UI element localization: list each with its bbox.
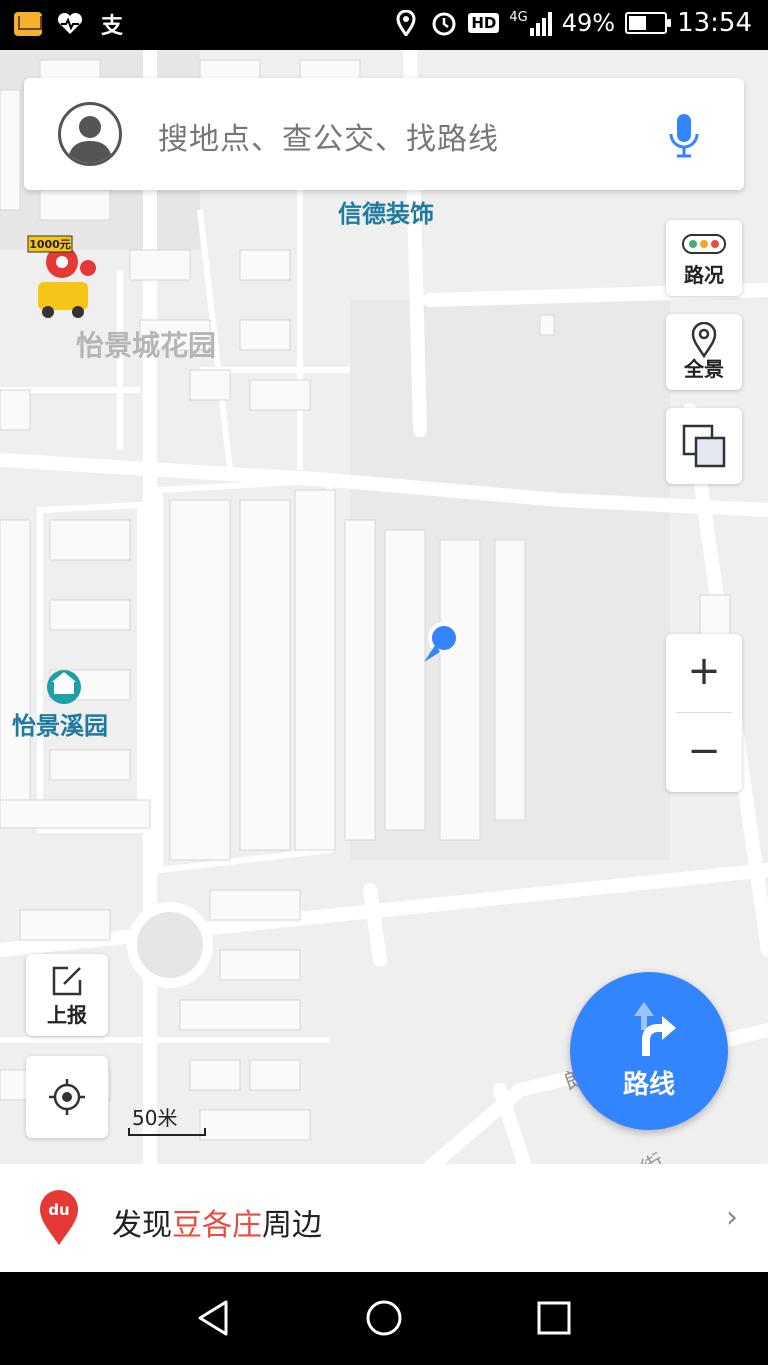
route-label: 路线 [622,1070,675,1100]
discover-prefix: 发现 [112,1208,172,1243]
route-arrow-icon [628,1000,678,1064]
locate-icon [48,1078,86,1120]
mail-icon [14,12,42,36]
discover-nearby-bar[interactable]: du 发现豆各庄周边 › [0,1164,768,1272]
panorama-label: 全景 [684,357,724,381]
clock: 13:54 [677,8,752,38]
avatar-icon[interactable] [58,102,122,166]
recents-icon[interactable] [534,1298,574,1338]
location-icon [392,9,420,37]
zoom-controls: + − [666,634,742,792]
network-type: 4G [509,10,528,25]
back-icon[interactable] [194,1298,234,1338]
report-label: 上报 [47,1003,87,1027]
layers-button[interactable] [666,408,742,484]
battery-icon [625,12,672,34]
discover-place: 豆各庄 [172,1208,262,1243]
du-pin-text: du [48,1201,69,1219]
area-label-yijing-city: 怡景城花园 [76,329,217,362]
du-pin-icon: du [38,1188,80,1246]
system-nav-bar [0,1272,768,1365]
alarm-icon [430,9,458,37]
poi-label-xinde[interactable]: 信德装饰 [338,194,434,229]
hd-icon: HD [468,13,500,33]
home-icon[interactable] [364,1298,404,1338]
route-button[interactable]: 路线 [570,972,728,1130]
traffic-light-icon [682,234,726,258]
zoom-out-button[interactable]: − [666,714,742,792]
discover-text: 发现豆各庄周边 [112,1200,322,1244]
search-bar[interactable]: 搜地点、查公交、找路线 [24,78,744,190]
layers-icon [682,424,726,472]
battery-percent: 49% [561,9,616,37]
traffic-label: 路况 [684,263,724,287]
report-button[interactable]: 上报 [26,954,108,1036]
discover-suffix: 周边 [262,1208,322,1243]
zoom-divider [676,712,732,713]
map-scale: 50米 [128,1102,208,1136]
status-bar: 支 HD 4G 49% 13:54 [0,0,768,50]
residential-poi-icon[interactable] [47,670,81,704]
scale-text: 50米 [132,1106,178,1130]
chevron-right-icon: › [726,1200,738,1235]
alipay-icon: 支 [100,14,123,39]
promo-badge: 1000元 [29,238,71,251]
locate-button[interactable] [26,1056,108,1138]
edit-icon [50,964,84,1002]
signal-icon: 4G [509,10,552,36]
traffic-button[interactable]: 路况 [666,220,742,296]
search-input[interactable]: 搜地点、查公交、找路线 [158,114,499,158]
mic-icon[interactable] [668,112,700,160]
poi-label-yijing-xi[interactable]: 怡景溪园 [12,706,108,741]
scale-bar [128,1128,206,1136]
health-icon [56,10,84,38]
panorama-button[interactable]: 全景 [666,314,742,390]
zoom-in-button[interactable]: + [666,634,742,712]
